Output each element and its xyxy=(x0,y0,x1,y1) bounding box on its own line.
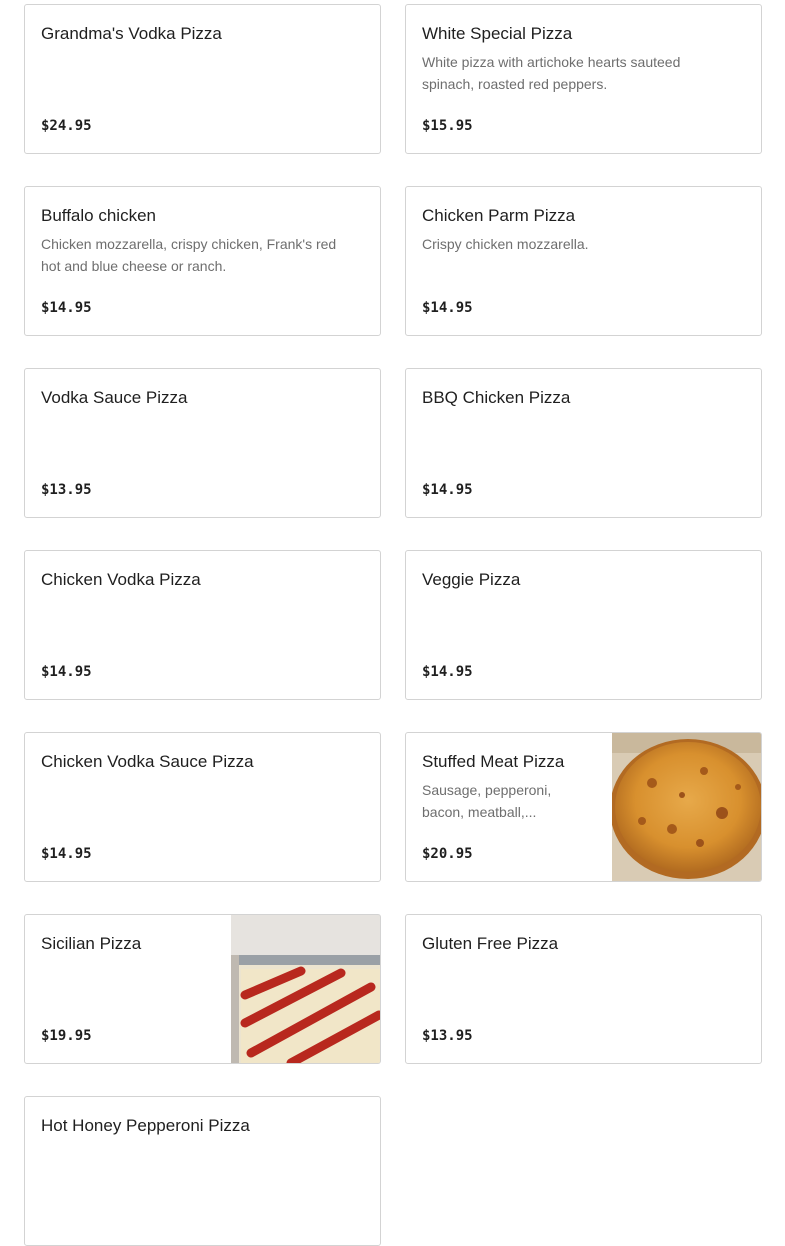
item-name: Veggie Pizza xyxy=(422,570,521,589)
item-name: Chicken Vodka Sauce Pizza xyxy=(41,752,254,771)
menu-item-card[interactable]: Buffalo chicken Chicken mozzarella, cris… xyxy=(24,186,381,336)
menu-item-card[interactable]: Grandma's Vodka Pizza $24.95 xyxy=(24,4,381,154)
item-name: Grandma's Vodka Pizza xyxy=(41,24,222,43)
menu-item-card[interactable]: Sicilian Pizza $19.95 xyxy=(24,914,381,1064)
item-name: Chicken Vodka Pizza xyxy=(41,570,201,589)
item-price: $24.95 xyxy=(41,118,92,134)
menu-item-card[interactable]: BBQ Chicken Pizza $14.95 xyxy=(405,368,762,518)
item-price: $14.95 xyxy=(41,300,92,316)
item-name: White Special Pizza xyxy=(422,24,573,43)
item-name: Buffalo chicken xyxy=(41,206,156,225)
item-price: $20.95 xyxy=(422,846,473,862)
menu-item-card[interactable]: Chicken Parm Pizza Crispy chicken mozzar… xyxy=(405,186,762,336)
stuffed-pizza-photo xyxy=(612,733,761,881)
item-price: $14.95 xyxy=(41,664,92,680)
item-price: $19.95 xyxy=(41,1028,92,1044)
menu-item-card[interactable]: Hot Honey Pepperoni Pizza xyxy=(24,1096,381,1246)
item-price: $14.95 xyxy=(422,664,473,680)
item-price: $14.95 xyxy=(41,846,92,862)
sicilian-pizza-photo xyxy=(231,915,380,1063)
item-name: Gluten Free Pizza xyxy=(422,934,559,953)
item-price: $14.95 xyxy=(422,300,473,316)
item-description: Chicken mozzarella, crispy chicken, Fran… xyxy=(41,236,337,274)
item-description: Crispy chicken mozzarella. xyxy=(422,236,589,252)
item-name: BBQ Chicken Pizza xyxy=(422,388,571,407)
item-price: $15.95 xyxy=(422,118,473,134)
item-name: Hot Honey Pepperoni Pizza xyxy=(41,1116,250,1135)
menu-item-card[interactable]: Stuffed Meat Pizza Sausage, pepperoni, b… xyxy=(405,732,762,882)
item-name: Chicken Parm Pizza xyxy=(422,206,576,225)
item-name: Vodka Sauce Pizza xyxy=(41,388,188,407)
menu-item-card[interactable]: Chicken Vodka Sauce Pizza $14.95 xyxy=(24,732,381,882)
menu-item-card[interactable]: Chicken Vodka Pizza $14.95 xyxy=(24,550,381,700)
item-price: $13.95 xyxy=(422,1028,473,1044)
item-description: Sausage, pepperoni, bacon, meatball,... xyxy=(422,782,552,820)
menu-item-card[interactable]: Gluten Free Pizza $13.95 xyxy=(405,914,762,1064)
item-name: Stuffed Meat Pizza xyxy=(422,752,565,771)
item-name: Sicilian Pizza xyxy=(41,934,142,953)
menu-item-card[interactable]: White Special Pizza White pizza with art… xyxy=(405,4,762,154)
item-description: White pizza with artichoke hearts sautee… xyxy=(422,54,681,92)
item-price: $13.95 xyxy=(41,482,92,498)
menu-item-card[interactable]: Vodka Sauce Pizza $13.95 xyxy=(24,368,381,518)
item-price: $14.95 xyxy=(422,482,473,498)
menu-item-card[interactable]: Veggie Pizza $14.95 xyxy=(405,550,762,700)
